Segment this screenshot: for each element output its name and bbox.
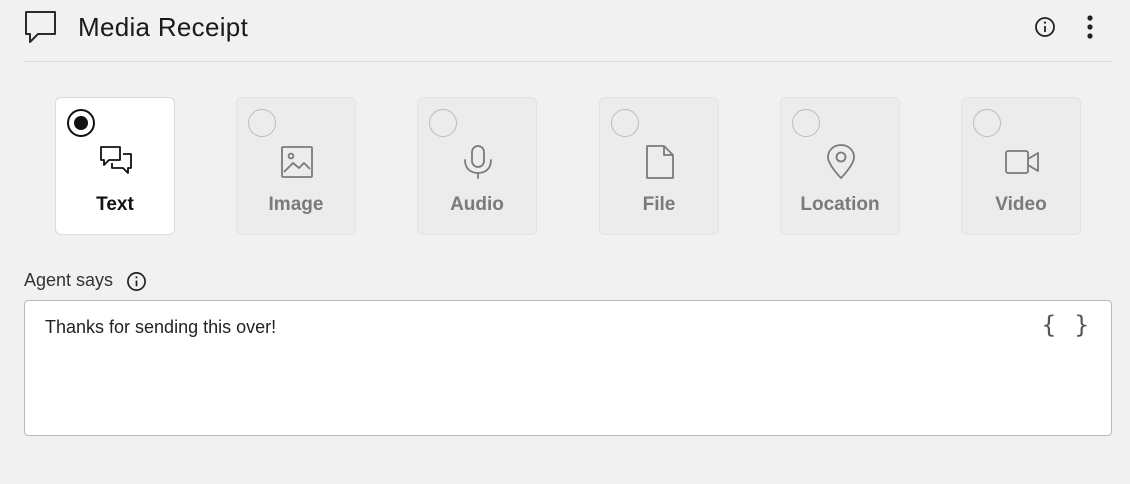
- radio-button[interactable]: [248, 109, 276, 137]
- radio-button[interactable]: [429, 109, 457, 137]
- type-label: Location: [800, 194, 880, 215]
- type-card-file[interactable]: File: [599, 97, 719, 235]
- agent-says-label: Agent says: [24, 270, 114, 290]
- type-label: Text: [96, 194, 134, 215]
- radio-button[interactable]: [973, 109, 1001, 137]
- video-camera-icon: [1004, 144, 1040, 180]
- agent-message-field[interactable]: Thanks for sending this over! { }: [24, 300, 1112, 436]
- speech-bubble-icon: [24, 10, 58, 49]
- header: Media Receipt: [24, 0, 1112, 62]
- message-type-selector: Text Image Audio File Location Video: [0, 97, 1130, 235]
- radio-button[interactable]: [792, 109, 820, 137]
- type-label: Audio: [450, 194, 504, 215]
- file-icon: [642, 144, 678, 180]
- chat-bubbles-icon: [98, 144, 134, 180]
- location-pin-icon: [823, 144, 859, 180]
- more-vertical-icon[interactable]: [1080, 14, 1100, 45]
- radio-button[interactable]: [67, 109, 95, 137]
- type-card-location[interactable]: Location: [780, 97, 900, 235]
- type-label: Video: [995, 194, 1047, 215]
- page-title: Media Receipt: [78, 12, 249, 42]
- radio-button[interactable]: [611, 109, 639, 137]
- type-card-text[interactable]: Text: [55, 97, 175, 235]
- image-icon: [279, 144, 315, 180]
- variable-braces-button[interactable]: { }: [1042, 311, 1091, 339]
- type-label: File: [642, 194, 676, 215]
- info-icon[interactable]: [1034, 16, 1056, 43]
- type-card-audio[interactable]: Audio: [417, 97, 537, 235]
- agent-message-text[interactable]: Thanks for sending this over!: [45, 317, 276, 338]
- type-card-image[interactable]: Image: [236, 97, 356, 235]
- type-label: Image: [268, 194, 324, 215]
- info-icon[interactable]: [126, 271, 147, 297]
- microphone-icon: [460, 144, 496, 180]
- type-card-video[interactable]: Video: [961, 97, 1081, 235]
